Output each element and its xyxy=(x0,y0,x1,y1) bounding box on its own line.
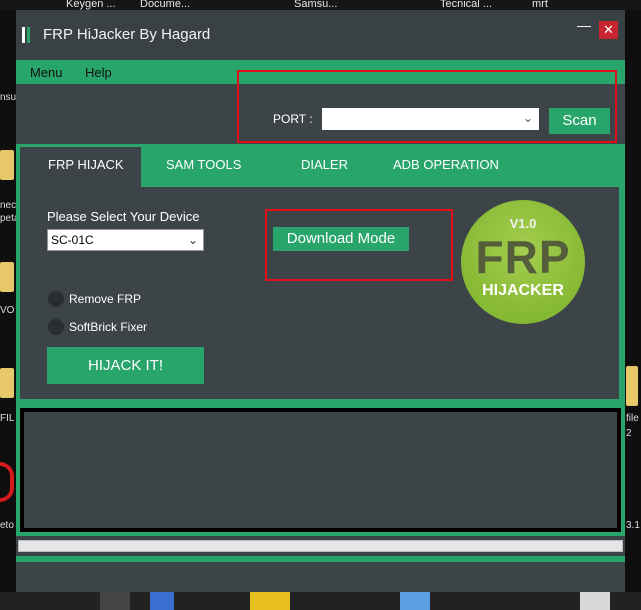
port-label: PORT : xyxy=(273,112,313,126)
device-label: Please Select Your Device xyxy=(47,209,200,224)
logo-small-text: HIJACKER xyxy=(482,282,564,299)
frp-hijacker-logo: V1.0 FRP HIJACKER xyxy=(461,200,585,324)
device-select[interactable]: SC-01C ⌄ xyxy=(47,229,204,251)
tab-dialer[interactable]: DIALER xyxy=(301,157,348,172)
desktop-icon-label[interactable]: Tecnical ... xyxy=(440,0,492,10)
softbrick-fixer-radio[interactable] xyxy=(48,319,64,335)
desktop-icon[interactable] xyxy=(150,592,174,610)
close-button[interactable]: ✕ xyxy=(599,21,618,39)
app-window: FRP HiJacker By Hagard — ✕ Menu Help POR… xyxy=(16,10,625,592)
desktop-icon-label[interactable]: Keygen ... xyxy=(66,0,116,10)
window-title: FRP HiJacker By Hagard xyxy=(43,26,211,43)
app-shortcut-icon[interactable] xyxy=(0,462,14,502)
menu-item-help[interactable]: Help xyxy=(85,65,112,80)
tab-sam-tools[interactable]: SAM TOOLS xyxy=(166,157,241,172)
desktop-fragment: 2 xyxy=(626,428,632,439)
chevron-down-icon: ⌄ xyxy=(187,233,198,247)
desktop-icon-label[interactable]: Samsu... xyxy=(294,0,337,10)
desktop-bottom-strip xyxy=(0,592,641,610)
download-mode-button[interactable]: Download Mode xyxy=(273,227,409,251)
remove-frp-radio[interactable] xyxy=(48,291,64,307)
desktop-icon[interactable] xyxy=(250,592,290,610)
desktop-icon-label[interactable]: Docume... xyxy=(140,0,190,10)
tab-adb-operation[interactable]: ADB OPERATION xyxy=(393,157,499,172)
log-output[interactable] xyxy=(24,412,617,528)
desktop-fragment: FIL xyxy=(0,413,15,424)
port-select[interactable]: ⌄ xyxy=(322,108,539,130)
folder-icon[interactable] xyxy=(0,262,14,292)
remove-frp-label[interactable]: Remove FRP xyxy=(69,292,141,306)
desktop-fragment: 3.1 xyxy=(626,520,640,531)
folder-icon[interactable] xyxy=(626,366,638,406)
logo-big-text: FRP xyxy=(475,231,571,283)
app-icon xyxy=(22,27,32,43)
progress-bar xyxy=(18,540,623,552)
desktop-icon[interactable] xyxy=(400,592,430,610)
tab-frp-hijack[interactable]: FRP HIJACK xyxy=(48,157,124,172)
minimize-button[interactable]: — xyxy=(577,18,591,34)
desktop-fragment: VO xyxy=(0,305,15,316)
desktop-icon[interactable] xyxy=(100,592,130,610)
desktop-icon-label[interactable]: mrt xyxy=(532,0,548,10)
folder-icon[interactable] xyxy=(0,368,14,398)
desktop-icon[interactable] xyxy=(580,592,610,610)
status-bar xyxy=(16,556,625,562)
softbrick-fixer-label[interactable]: SoftBrick Fixer xyxy=(69,320,147,334)
hijack-button[interactable]: HIJACK IT! xyxy=(47,347,204,384)
menu-item-menu[interactable]: Menu xyxy=(30,65,63,80)
desktop-fragment: nsu xyxy=(0,92,17,103)
title-bar[interactable]: FRP HiJacker By Hagard — ✕ xyxy=(16,10,625,59)
desktop-fragment: eto xyxy=(0,520,14,531)
scan-button[interactable]: Scan xyxy=(549,108,610,134)
logo-version: V1.0 xyxy=(509,216,537,231)
folder-icon[interactable] xyxy=(0,150,14,180)
desktop-fragment: file xyxy=(626,413,639,424)
chevron-down-icon: ⌄ xyxy=(522,111,533,125)
desktop-fragment: nec xyxy=(0,200,17,211)
device-value: SC-01C xyxy=(51,233,94,247)
